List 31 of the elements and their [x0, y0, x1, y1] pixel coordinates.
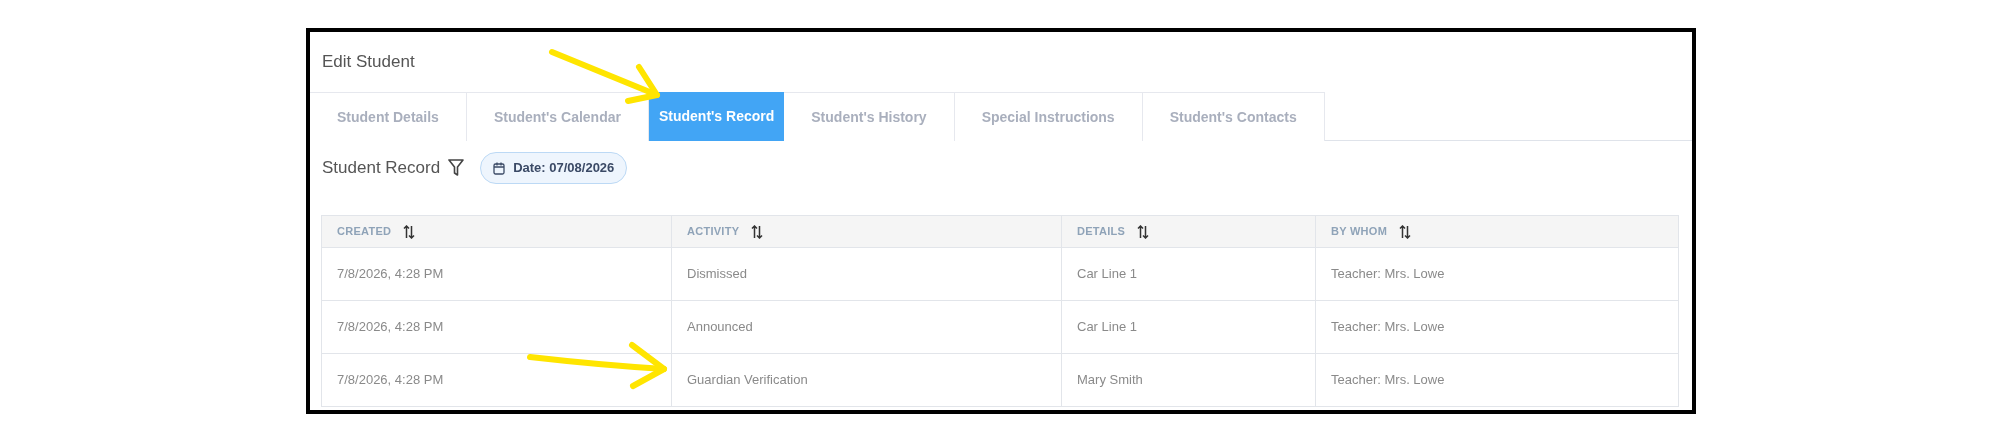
table-cell-text: 7/8/2026, 4:28 PM: [337, 265, 444, 284]
sort-icon[interactable]: [751, 224, 764, 239]
tab[interactable]: Student's History: [784, 92, 955, 141]
tab[interactable]: Student's Contacts: [1142, 92, 1325, 141]
tab[interactable]: Special Instructions: [954, 92, 1143, 141]
column-header[interactable]: CREATED: [337, 223, 392, 240]
table-cell-text: Teacher: Mrs. Lowe: [1331, 371, 1445, 390]
table-cell-text: Guardian Verification: [687, 371, 808, 390]
table-cell-text: Car Line 1: [1077, 265, 1137, 284]
table-cell-text: Teacher: Mrs. Lowe: [1331, 318, 1445, 337]
tab[interactable]: Student Details: [310, 92, 467, 141]
sort-icon[interactable]: [1399, 224, 1412, 239]
calendar-icon: [493, 161, 506, 175]
date-filter-chip[interactable]: Date: 07/08/2026: [480, 152, 628, 184]
table-cell-text: 7/8/2026, 4:28 PM: [337, 371, 444, 390]
column-header[interactable]: ACTIVITY: [687, 223, 740, 240]
table-cell-text: Announced: [687, 318, 753, 337]
filter-icon[interactable]: [448, 159, 465, 177]
column-header[interactable]: BY WHOM: [1331, 223, 1388, 240]
window-title: Edit Student: [322, 51, 415, 74]
sort-icon[interactable]: [1137, 224, 1150, 239]
section-title: Student Record: [322, 157, 441, 180]
table-cell-text: Car Line 1: [1077, 318, 1137, 337]
sort-icon[interactable]: [403, 224, 416, 239]
tab[interactable]: Student's Record: [648, 92, 785, 141]
table-cell-text: Teacher: Mrs. Lowe: [1331, 265, 1445, 284]
table-cell-text: 7/8/2026, 4:28 PM: [337, 318, 444, 337]
table-cell-text: Mary Smith: [1077, 371, 1143, 390]
column-header[interactable]: DETAILS: [1077, 223, 1126, 240]
table-cell-text: Dismissed: [687, 265, 747, 284]
tab[interactable]: Student's Calendar: [466, 92, 649, 141]
